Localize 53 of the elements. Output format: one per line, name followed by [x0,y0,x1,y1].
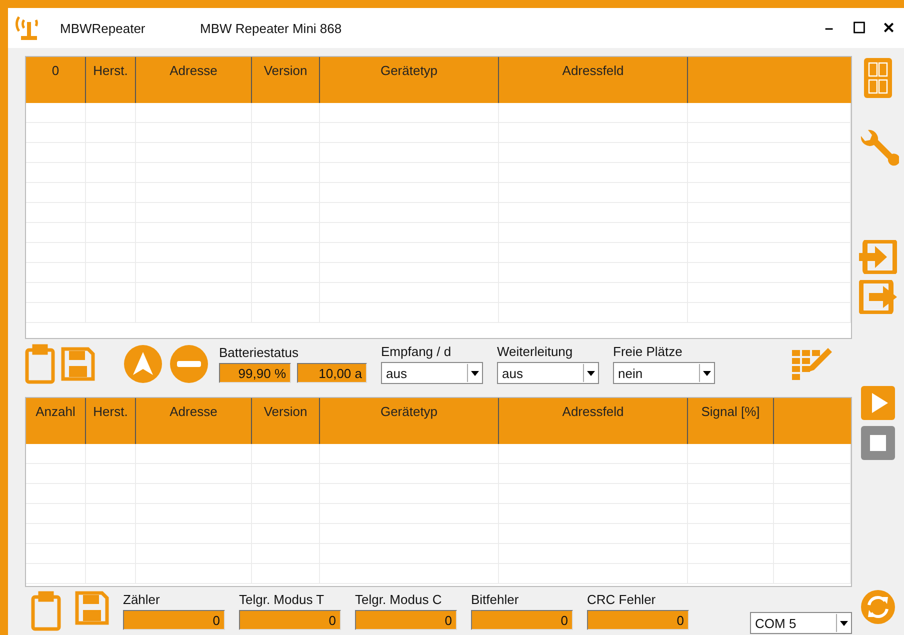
column-header[interactable]: Signal [%] [688,398,774,444]
counter-field: 0 [587,610,689,630]
column-header[interactable]: Adresse [136,398,252,444]
column-header[interactable]: Adresse [136,57,252,103]
column-header[interactable]: 0 [26,57,86,103]
column-header[interactable]: Gerätetyp [320,398,499,444]
dropdown-label: Weiterleitung [497,344,574,359]
caret-icon [587,370,595,376]
caret-icon [703,370,711,376]
save-icon[interactable] [61,347,95,381]
column-header[interactable]: Anzahl [26,398,86,444]
save-icon[interactable] [75,591,109,625]
dropdown-label: Freie Plätze [613,344,684,359]
battery-years-field: 10,00 a [297,363,367,383]
import-icon[interactable] [859,240,897,274]
counter-field: 0 [239,610,341,630]
app-name: MBWRepeater [60,20,146,36]
dropdown-label: Empfang / d [381,344,452,359]
column-header[interactable]: Adressfeld [499,57,688,103]
battery-label: Batteriestatus [219,345,300,360]
remove-icon[interactable] [169,344,209,384]
counter-field: 0 [355,610,457,630]
counter-label: Zähler [123,592,161,607]
layout-icon[interactable] [864,58,892,98]
counter-field: 0 [123,610,225,630]
refresh-icon[interactable] [860,589,896,625]
play-icon[interactable] [861,386,895,420]
close-button[interactable]: ✕ [874,19,904,37]
window-title: MBW Repeater Mini 868 [200,20,343,36]
counter-label: Telgr. Modus T [239,592,326,607]
battery-percent-field: 99,90 % [219,363,291,383]
column-header[interactable]: Version [252,398,320,444]
caret-icon [471,370,479,376]
column-header[interactable]: Version [252,57,320,103]
column-header[interactable]: Gerätetyp [320,57,499,103]
counter-label: CRC Fehler [587,592,657,607]
clipboard-icon[interactable] [31,591,61,631]
table-edit-icon[interactable] [792,348,832,380]
dropdown[interactable]: nein [613,362,715,384]
dropdown[interactable]: aus [381,362,483,384]
maximize-button[interactable]: ☐ [844,19,874,37]
minimize-button[interactable]: – [814,20,844,36]
column-header[interactable]: Herst. [86,398,136,444]
dropdown[interactable]: aus [497,362,599,384]
column-header[interactable]: Herst. [86,57,136,103]
caret-icon [840,620,848,626]
counter-label: Bitfehler [471,592,520,607]
clipboard-icon[interactable] [25,344,55,384]
column-header[interactable]: Adressfeld [499,398,688,444]
counter-field: 0 [471,610,573,630]
export-icon[interactable] [859,280,897,314]
counter-label: Telgr. Modus C [355,592,443,607]
port-dropdown[interactable]: COM 5 [750,612,852,634]
